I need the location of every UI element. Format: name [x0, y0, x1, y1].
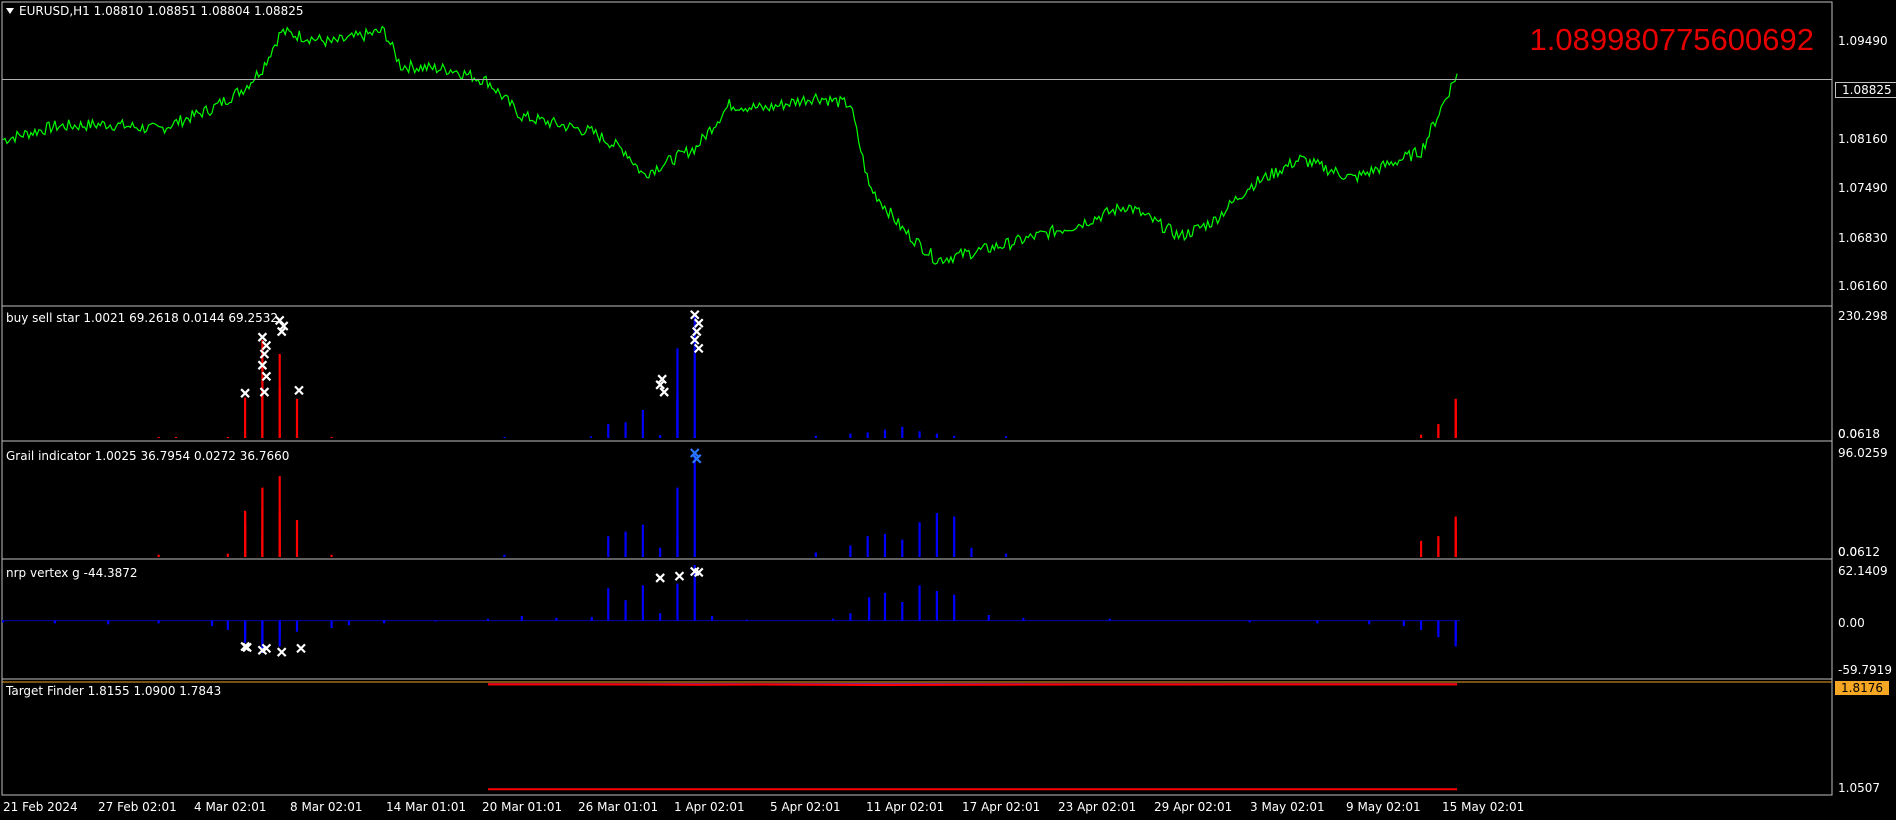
signal-marker-icon [294, 385, 304, 396]
signal-marker-icon [693, 343, 704, 354]
grail-indicator-title: Grail indicator 1.0025 36.7954 0.0272 36… [6, 449, 290, 463]
price-tick: 1.09490 [1838, 34, 1888, 48]
date-tick: 17 Apr 02:01 [962, 800, 1041, 814]
date-tick: 3 May 02:01 [1250, 800, 1325, 814]
buy-sell-star-title: buy sell star 1.0021 69.2618 0.0144 69.2… [6, 311, 278, 325]
chart-frame [1, 1, 1833, 796]
nrp-axis-min: -59.7919 [1838, 663, 1892, 677]
signal-marker-icon [693, 318, 704, 328]
nrp-axis-max: 62.1409 [1838, 564, 1888, 578]
date-tick: 27 Feb 02:01 [98, 800, 177, 814]
date-tick: 21 Feb 2024 [3, 800, 78, 814]
target-finder-line [488, 683, 1458, 687]
symbol-ohlc-label: EURUSD,H1 1.08810 1.08851 1.08804 1.0882… [19, 4, 304, 18]
signal-marker-icon [659, 387, 669, 397]
signal-marker-icon [240, 388, 250, 398]
symbol-menu-triangle-icon[interactable] [6, 8, 14, 14]
target-finder-title: Target Finder 1.8155 1.0900 1.7843 [6, 684, 222, 698]
nrp-vertex-title: nrp vertex g -44.3872 [6, 566, 138, 580]
date-tick: 1 Apr 02:01 [674, 800, 745, 814]
signal-marker-icon [261, 340, 272, 351]
nrp-axis-zero: 0.00 [1838, 616, 1865, 630]
signal-marker-icon [261, 371, 272, 382]
signal-marker-icon [655, 573, 665, 583]
target-finder-axis-min: 1.0507 [1838, 781, 1880, 795]
date-tick: 11 Apr 02:01 [866, 800, 945, 814]
price-line [2, 25, 1458, 265]
date-tick: 8 Mar 02:01 [290, 800, 363, 814]
date-tick: 20 Mar 01:01 [482, 800, 563, 814]
price-tick: 1.06160 [1838, 279, 1888, 293]
bss-axis-zero: 0.0 [1838, 427, 1858, 441]
date-tick: 26 Mar 01:01 [578, 800, 659, 814]
chart-area[interactable] [0, 0, 1896, 820]
target-finder-value-box: 1.8176 [1835, 681, 1889, 695]
bss-axis-max: 230.298 [1838, 309, 1888, 323]
grail-axis-max: 96.0259 [1838, 446, 1888, 460]
date-tick: 14 Mar 01:01 [386, 800, 467, 814]
symbol-header: EURUSD,H1 1.08810 1.08851 1.08804 1.0882… [6, 4, 304, 18]
price-tick: 1.06830 [1838, 231, 1888, 245]
grail-axis-zero: 0.0 [1838, 545, 1858, 559]
date-tick: 29 Apr 02:01 [1154, 800, 1233, 814]
signal-marker-icon [674, 571, 685, 581]
signal-marker-icon [257, 332, 268, 342]
signal-marker-icon [276, 647, 287, 657]
big-price-value: 1.089980775600692 [1529, 22, 1814, 57]
date-tick: 23 Apr 02:01 [1058, 800, 1137, 814]
price-tick: 1.08160 [1838, 132, 1888, 146]
date-tick: 4 Mar 02:01 [194, 800, 267, 814]
signal-marker-icon [296, 643, 306, 654]
price-tick: 1.07490 [1838, 181, 1888, 195]
date-tick: 9 May 02:01 [1346, 800, 1421, 814]
current-price-box: 1.08825 [1835, 82, 1896, 98]
date-tick: 15 May 02:01 [1442, 800, 1525, 814]
date-tick: 5 Apr 02:01 [770, 800, 841, 814]
